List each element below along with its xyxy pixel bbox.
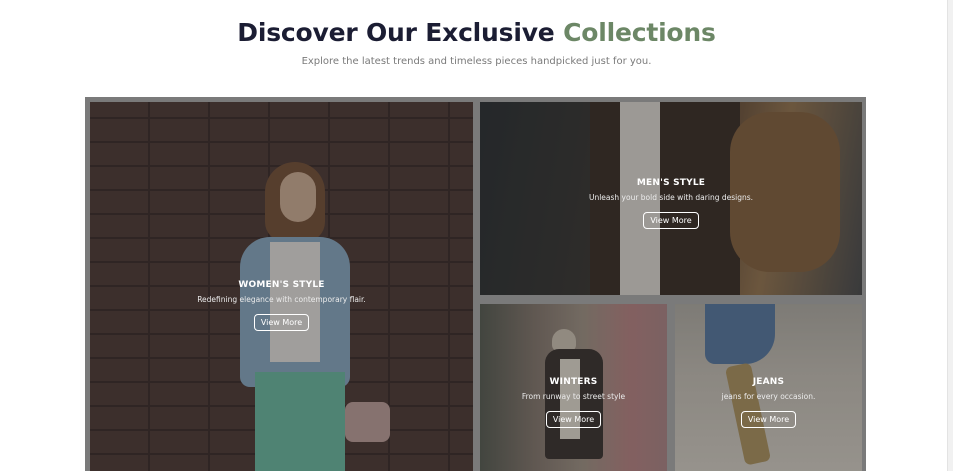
mens-style-content: MEN'S STYLE Unleash your bold side with … (480, 178, 862, 229)
view-more-button[interactable]: View More (740, 411, 797, 428)
collection-description: Redefining elegance with contemporary fl… (197, 295, 366, 304)
collections-grid: WOMEN'S STYLE Redefining elegance with c… (85, 97, 866, 471)
view-more-button[interactable]: View More (253, 314, 310, 331)
collection-card-winters[interactable]: WINTERS From runway to street style View… (480, 304, 667, 471)
collection-card-women[interactable]: WOMEN'S STYLE Redefining elegance with c… (90, 102, 473, 471)
page-scrollbar[interactable] (947, 0, 953, 471)
page-title: Discover Our Exclusive Collections (0, 18, 953, 47)
collection-card-men[interactable]: MEN'S STYLE Unleash your bold side with … (480, 102, 862, 295)
collection-title: JEANS (752, 377, 785, 387)
title-main: Discover Our Exclusive (237, 18, 555, 47)
collection-card-jeans[interactable]: JEANS jeans for every occasion. View Mor… (675, 304, 862, 471)
jeans-content: JEANS jeans for every occasion. View Mor… (675, 377, 862, 428)
collections-header: Discover Our Exclusive Collections Explo… (0, 18, 953, 67)
view-more-button[interactable]: View More (545, 411, 602, 428)
page-subtitle: Explore the latest trends and timeless p… (301, 56, 652, 67)
winters-content: WINTERS From runway to street style View… (480, 377, 667, 428)
collection-description: From runway to street style (521, 392, 626, 401)
collection-title: MEN'S STYLE (636, 178, 706, 188)
view-more-button[interactable]: View More (643, 212, 699, 229)
women-style-content: WOMEN'S STYLE Redefining elegance with c… (90, 280, 473, 331)
collection-title: WOMEN'S STYLE (238, 280, 325, 290)
title-accent: Collections (563, 18, 716, 47)
collection-title: WINTERS (549, 377, 598, 387)
collection-description: Unleash your bold side with daring desig… (588, 193, 754, 202)
collection-description: jeans for every occasion. (721, 392, 816, 401)
